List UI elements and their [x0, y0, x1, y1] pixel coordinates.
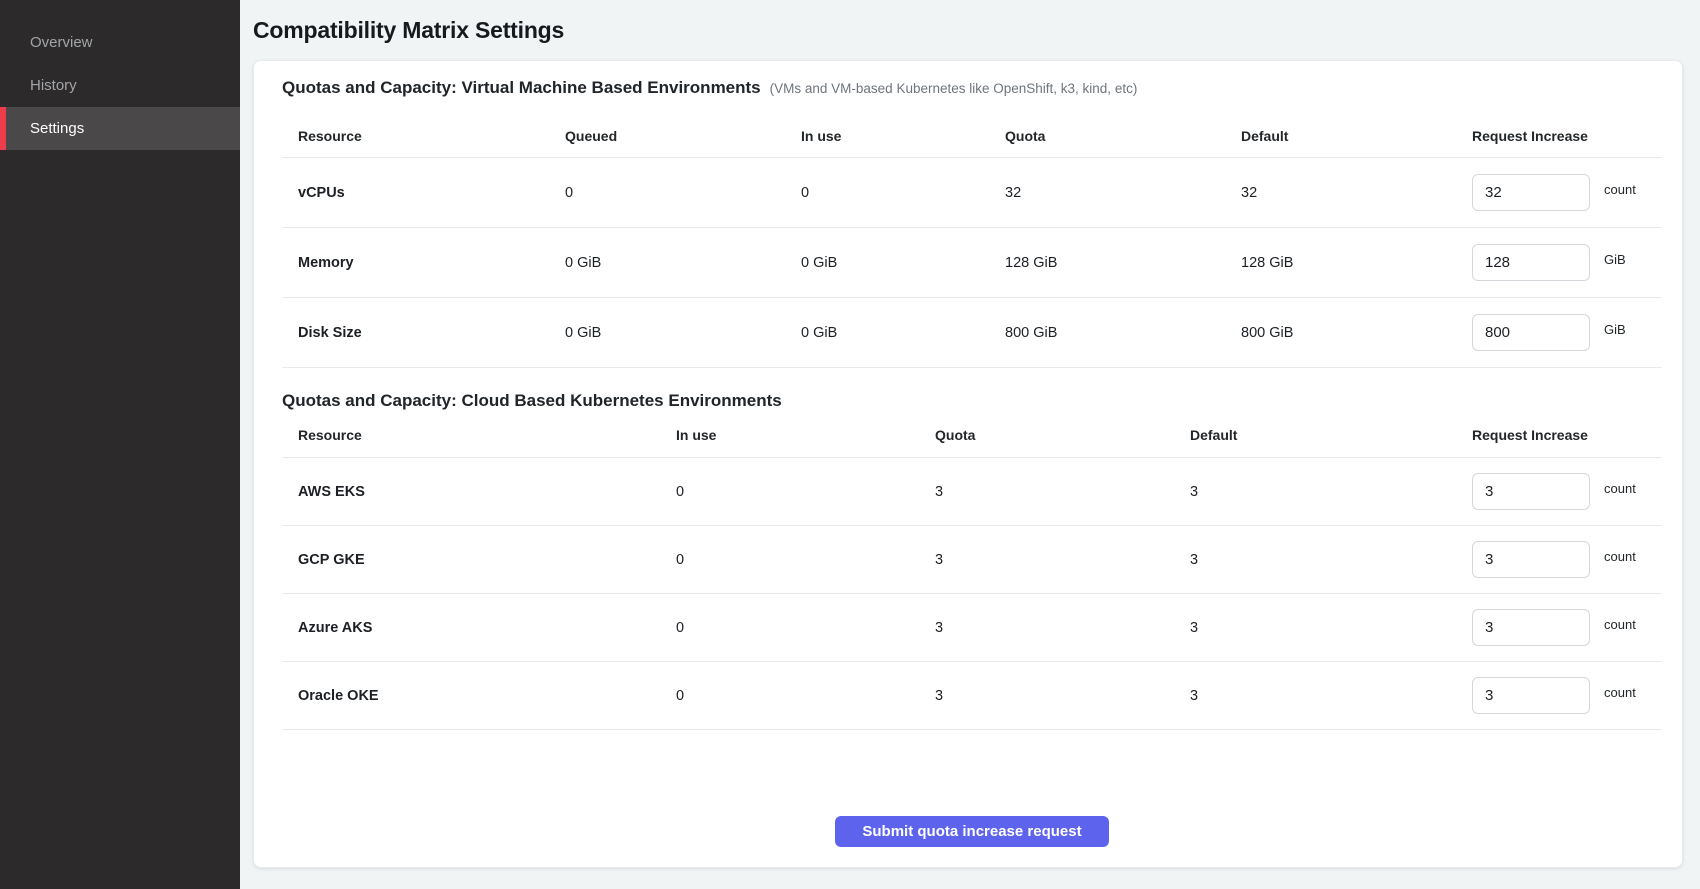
submit-row: Submit quota increase request [282, 816, 1662, 847]
cloud-section-header: Quotas and Capacity: Cloud Based Kuberne… [282, 390, 1662, 412]
unit-label: count [1604, 549, 1636, 564]
resource-name: vCPUs [298, 185, 565, 201]
request-increase-cell: count [1472, 609, 1662, 646]
unit-label: count [1604, 182, 1636, 197]
table-row-oracle-oke: Oracle OKE 0 3 3 count [282, 662, 1662, 730]
default-value: 128 GiB [1241, 255, 1472, 271]
vcpus-request-input[interactable] [1472, 174, 1590, 211]
gcp-gke-request-input[interactable] [1472, 541, 1590, 578]
vm-table-header: Resource Queued In use Quota Default Req… [282, 114, 1662, 158]
resource-name: Oracle OKE [298, 688, 676, 704]
vm-section-header: Quotas and Capacity: Virtual Machine Bas… [282, 77, 1662, 100]
request-increase-cell: GiB [1472, 314, 1662, 351]
unit-label: count [1604, 617, 1636, 632]
default-value: 32 [1241, 185, 1472, 201]
quota-value: 800 GiB [1005, 325, 1241, 341]
sidebar: Overview History Settings [0, 0, 240, 889]
column-header-resource: Resource [298, 128, 565, 144]
page-title: Compatibility Matrix Settings [253, 16, 1683, 44]
request-increase-cell: count [1472, 541, 1662, 578]
quota-value: 3 [935, 552, 1190, 568]
default-value: 3 [1190, 620, 1472, 636]
request-increase-cell: count [1472, 174, 1662, 211]
unit-label: GiB [1604, 322, 1626, 337]
in-use-value: 0 [676, 484, 935, 500]
cloud-table-header: Resource In use Quota Default Request In… [282, 412, 1662, 458]
settings-card: Quotas and Capacity: Virtual Machine Bas… [253, 60, 1683, 868]
quota-value: 3 [935, 620, 1190, 636]
queued-value: 0 [565, 185, 801, 201]
resource-name: Disk Size [298, 325, 565, 341]
sidebar-item-overview[interactable]: Overview [0, 21, 240, 64]
sidebar-item-history[interactable]: History [0, 64, 240, 107]
default-value: 3 [1190, 552, 1472, 568]
cloud-section-title: Quotas and Capacity: Cloud Based Kuberne… [282, 390, 782, 412]
submit-quota-increase-button[interactable]: Submit quota increase request [835, 816, 1108, 847]
sidebar-item-label: History [30, 77, 77, 94]
default-value: 3 [1190, 484, 1472, 500]
default-value: 800 GiB [1241, 325, 1472, 341]
app-window: Overview History Settings Compatibility … [0, 0, 1700, 889]
sidebar-item-label: Overview [30, 34, 93, 51]
default-value: 3 [1190, 688, 1472, 704]
table-row-memory: Memory 0 GiB 0 GiB 128 GiB 128 GiB GiB [282, 228, 1662, 298]
azure-aks-request-input[interactable] [1472, 609, 1590, 646]
request-increase-cell: GiB [1472, 244, 1662, 281]
table-row-vcpus: vCPUs 0 0 32 32 count [282, 158, 1662, 228]
column-header-quota: Quota [935, 427, 1190, 443]
cloud-quota-table: Resource In use Quota Default Request In… [282, 412, 1662, 730]
quota-value: 3 [935, 484, 1190, 500]
unit-label: GiB [1604, 252, 1626, 267]
queued-value: 0 GiB [565, 255, 801, 271]
table-row-gcp-gke: GCP GKE 0 3 3 count [282, 526, 1662, 594]
in-use-value: 0 GiB [801, 255, 1005, 271]
column-header-default: Default [1241, 128, 1472, 144]
vm-quota-table: Resource Queued In use Quota Default Req… [282, 114, 1662, 368]
sidebar-nav: Overview History Settings [0, 21, 240, 150]
disk-size-request-input[interactable] [1472, 314, 1590, 351]
table-row-azure-aks: Azure AKS 0 3 3 count [282, 594, 1662, 662]
quota-value: 128 GiB [1005, 255, 1241, 271]
resource-name: AWS EKS [298, 484, 676, 500]
queued-value: 0 GiB [565, 325, 801, 341]
column-header-queued: Queued [565, 128, 801, 144]
in-use-value: 0 [676, 552, 935, 568]
sidebar-item-settings[interactable]: Settings [0, 107, 240, 150]
memory-request-input[interactable] [1472, 244, 1590, 281]
resource-name: GCP GKE [298, 552, 676, 568]
unit-label: count [1604, 685, 1636, 700]
quota-value: 32 [1005, 185, 1241, 201]
in-use-value: 0 [676, 688, 935, 704]
column-header-default: Default [1190, 427, 1472, 443]
request-increase-cell: count [1472, 677, 1662, 714]
column-header-request-increase: Request Increase [1472, 128, 1662, 144]
oracle-oke-request-input[interactable] [1472, 677, 1590, 714]
request-increase-cell: count [1472, 473, 1662, 510]
vm-section-title: Quotas and Capacity: Virtual Machine Bas… [282, 77, 761, 99]
column-header-resource: Resource [298, 427, 676, 443]
column-header-in-use: In use [801, 128, 1005, 144]
sidebar-item-label: Settings [30, 120, 84, 137]
quota-value: 3 [935, 688, 1190, 704]
table-row-disk-size: Disk Size 0 GiB 0 GiB 800 GiB 800 GiB Gi… [282, 298, 1662, 368]
unit-label: count [1604, 481, 1636, 496]
vm-section-subtitle: (VMs and VM-based Kubernetes like OpenSh… [770, 78, 1138, 100]
resource-name: Azure AKS [298, 620, 676, 636]
in-use-value: 0 GiB [801, 325, 1005, 341]
aws-eks-request-input[interactable] [1472, 473, 1590, 510]
in-use-value: 0 [676, 620, 935, 636]
column-header-request-increase: Request Increase [1472, 427, 1662, 443]
table-row-aws-eks: AWS EKS 0 3 3 count [282, 458, 1662, 526]
resource-name: Memory [298, 255, 565, 271]
main-content: Compatibility Matrix Settings Quotas and… [240, 0, 1700, 889]
column-header-quota: Quota [1005, 128, 1241, 144]
in-use-value: 0 [801, 185, 1005, 201]
column-header-in-use: In use [676, 427, 935, 443]
